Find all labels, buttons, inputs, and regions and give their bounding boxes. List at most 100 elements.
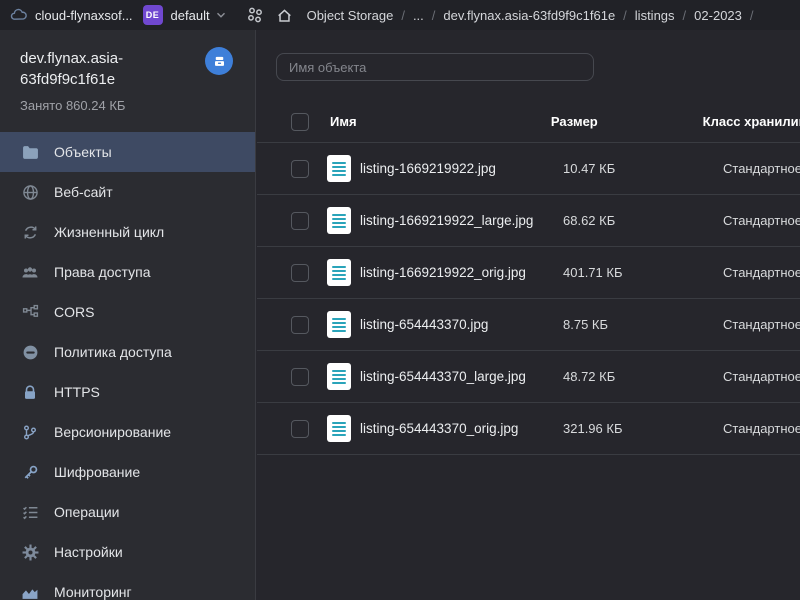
folder-badge[interactable]: DE	[143, 5, 163, 25]
object-size: 10.47 КБ	[563, 161, 723, 176]
sidebar-item-label: Права доступа	[54, 264, 150, 280]
users-icon	[21, 263, 39, 281]
object-storage-class: Стандартное	[723, 421, 800, 436]
file-icon	[327, 155, 351, 182]
select-all-checkbox[interactable]	[291, 113, 309, 131]
sidebar-item-settings[interactable]: Настройки	[0, 532, 255, 572]
object-name-link[interactable]: listing-654443370_orig.jpg	[360, 421, 518, 436]
object-size: 321.96 КБ	[563, 421, 723, 436]
table-row[interactable]: listing-1669219922_large.jpg 68.62 КБ Ст…	[257, 195, 800, 247]
nodes-icon	[21, 303, 39, 321]
sidebar-item-objects[interactable]: Объекты	[0, 132, 255, 172]
breadcrumb-separator: /	[432, 8, 436, 23]
object-storage-class: Стандартное	[723, 317, 800, 332]
object-name-link[interactable]: listing-654443370_large.jpg	[360, 369, 526, 384]
search-input[interactable]	[276, 53, 594, 81]
object-storage-class: Стандартное	[723, 213, 800, 228]
sidebar-item-label: HTTPS	[54, 384, 100, 400]
sidebar-item-label: Шифрование	[54, 464, 140, 480]
sidebar-item-access-policy[interactable]: Политика доступа	[0, 332, 255, 372]
cloud-switcher[interactable]: cloud-flynaxsof...	[35, 8, 133, 23]
sidebar-item-label: Мониторинг	[54, 584, 132, 600]
folder-icon	[21, 143, 39, 161]
breadcrumb-separator: /	[401, 8, 405, 23]
sidebar-item-monitoring[interactable]: Мониторинг	[0, 572, 255, 600]
sidebar-item-lifecycle[interactable]: Жизненный цикл	[0, 212, 255, 252]
bucket-header: dev.flynax.asia-63fd9f9c1f61e Занято 860…	[0, 30, 255, 113]
column-header-name: Имя	[327, 114, 551, 129]
list-check-icon	[21, 503, 39, 521]
sidebar-item-website[interactable]: Веб-сайт	[0, 172, 255, 212]
row-checkbox[interactable]	[291, 316, 309, 334]
file-icon	[327, 363, 351, 390]
cloud-icon	[10, 7, 28, 23]
bucket-upload-button[interactable]	[205, 47, 233, 75]
file-icon	[327, 259, 351, 286]
folder-selector[interactable]: default	[171, 8, 210, 23]
breadcrumb-separator: /	[750, 8, 754, 23]
sidebar-nav: Объекты Веб-сайт Жизненный цикл	[0, 132, 255, 600]
branch-icon	[21, 423, 39, 441]
key-icon	[21, 463, 39, 481]
sidebar-item-access-rights[interactable]: Права доступа	[0, 252, 255, 292]
row-checkbox[interactable]	[291, 420, 309, 438]
row-checkbox[interactable]	[291, 212, 309, 230]
breadcrumb-separator: /	[623, 8, 627, 23]
breadcrumb-ellipsis[interactable]: ...	[413, 8, 424, 23]
lifecycle-icon	[21, 223, 39, 241]
breadcrumb-separator: /	[683, 8, 687, 23]
table-row[interactable]: listing-1669219922_orig.jpg 401.71 КБ Ст…	[257, 247, 800, 299]
all-services-icon[interactable]	[246, 6, 264, 24]
table-row[interactable]: listing-654443370_large.jpg 48.72 КБ Ста…	[257, 351, 800, 403]
breadcrumb: Object Storage / ... / dev.flynax.asia-6…	[307, 8, 762, 23]
row-checkbox[interactable]	[291, 160, 309, 178]
table-header-row: Имя Размер Класс хранилища	[257, 101, 800, 143]
chart-icon	[21, 583, 39, 600]
object-size: 8.75 КБ	[563, 317, 723, 332]
file-icon	[327, 207, 351, 234]
home-icon[interactable]	[276, 7, 293, 24]
sidebar-item-label: Операции	[54, 504, 120, 520]
table-row[interactable]: listing-654443370.jpg 8.75 КБ Стандартно…	[257, 299, 800, 351]
column-header-size: Размер	[551, 114, 703, 129]
object-storage-class: Стандартное	[723, 265, 800, 280]
sidebar-item-cors[interactable]: CORS	[0, 292, 255, 332]
sidebar-item-label: Жизненный цикл	[54, 224, 164, 240]
file-icon	[327, 311, 351, 338]
sidebar-item-label: Веб-сайт	[54, 184, 113, 200]
lock-icon	[21, 383, 39, 401]
object-name-link[interactable]: listing-654443370.jpg	[360, 317, 488, 332]
gear-icon	[21, 543, 39, 561]
sidebar-item-label: Объекты	[54, 144, 112, 160]
object-storage-class: Стандартное	[723, 369, 800, 384]
sidebar-item-https[interactable]: HTTPS	[0, 372, 255, 412]
breadcrumb-current-folder[interactable]: 02-2023	[694, 8, 742, 23]
top-bar: cloud-flynaxsof... DE default Object Sto…	[0, 0, 800, 30]
chevron-down-icon[interactable]	[214, 8, 228, 22]
breadcrumb-object-storage[interactable]: Object Storage	[307, 8, 394, 23]
minus-circle-icon	[21, 343, 39, 361]
bucket-name: dev.flynax.asia-63fd9f9c1f61e	[20, 48, 172, 90]
object-size: 48.72 КБ	[563, 369, 723, 384]
row-checkbox[interactable]	[291, 264, 309, 282]
table-row[interactable]: listing-654443370_orig.jpg 321.96 КБ Ста…	[257, 403, 800, 455]
object-size: 401.71 КБ	[563, 265, 723, 280]
object-name-link[interactable]: listing-1669219922.jpg	[360, 161, 496, 176]
sidebar-item-operations[interactable]: Операции	[0, 492, 255, 532]
row-checkbox[interactable]	[291, 368, 309, 386]
bucket-usage: Занято 860.24 КБ	[20, 98, 235, 113]
objects-panel: Имя Размер Класс хранилища listing-16692…	[257, 30, 800, 600]
sidebar-item-encryption[interactable]: Шифрование	[0, 452, 255, 492]
breadcrumb-listings[interactable]: listings	[635, 8, 675, 23]
object-name-link[interactable]: listing-1669219922_orig.jpg	[360, 265, 526, 280]
sidebar-item-label: CORS	[54, 304, 94, 320]
table-row[interactable]: listing-1669219922.jpg 10.47 КБ Стандарт…	[257, 143, 800, 195]
globe-icon	[21, 183, 39, 201]
breadcrumb-bucket[interactable]: dev.flynax.asia-63fd9f9c1f61e	[443, 8, 615, 23]
file-icon	[327, 415, 351, 442]
object-name-link[interactable]: listing-1669219922_large.jpg	[360, 213, 533, 228]
objects-table: Имя Размер Класс хранилища listing-16692…	[257, 101, 800, 455]
sidebar-item-label: Версионирование	[54, 424, 171, 440]
sidebar-item-label: Политика доступа	[54, 344, 172, 360]
sidebar-item-versioning[interactable]: Версионирование	[0, 412, 255, 452]
